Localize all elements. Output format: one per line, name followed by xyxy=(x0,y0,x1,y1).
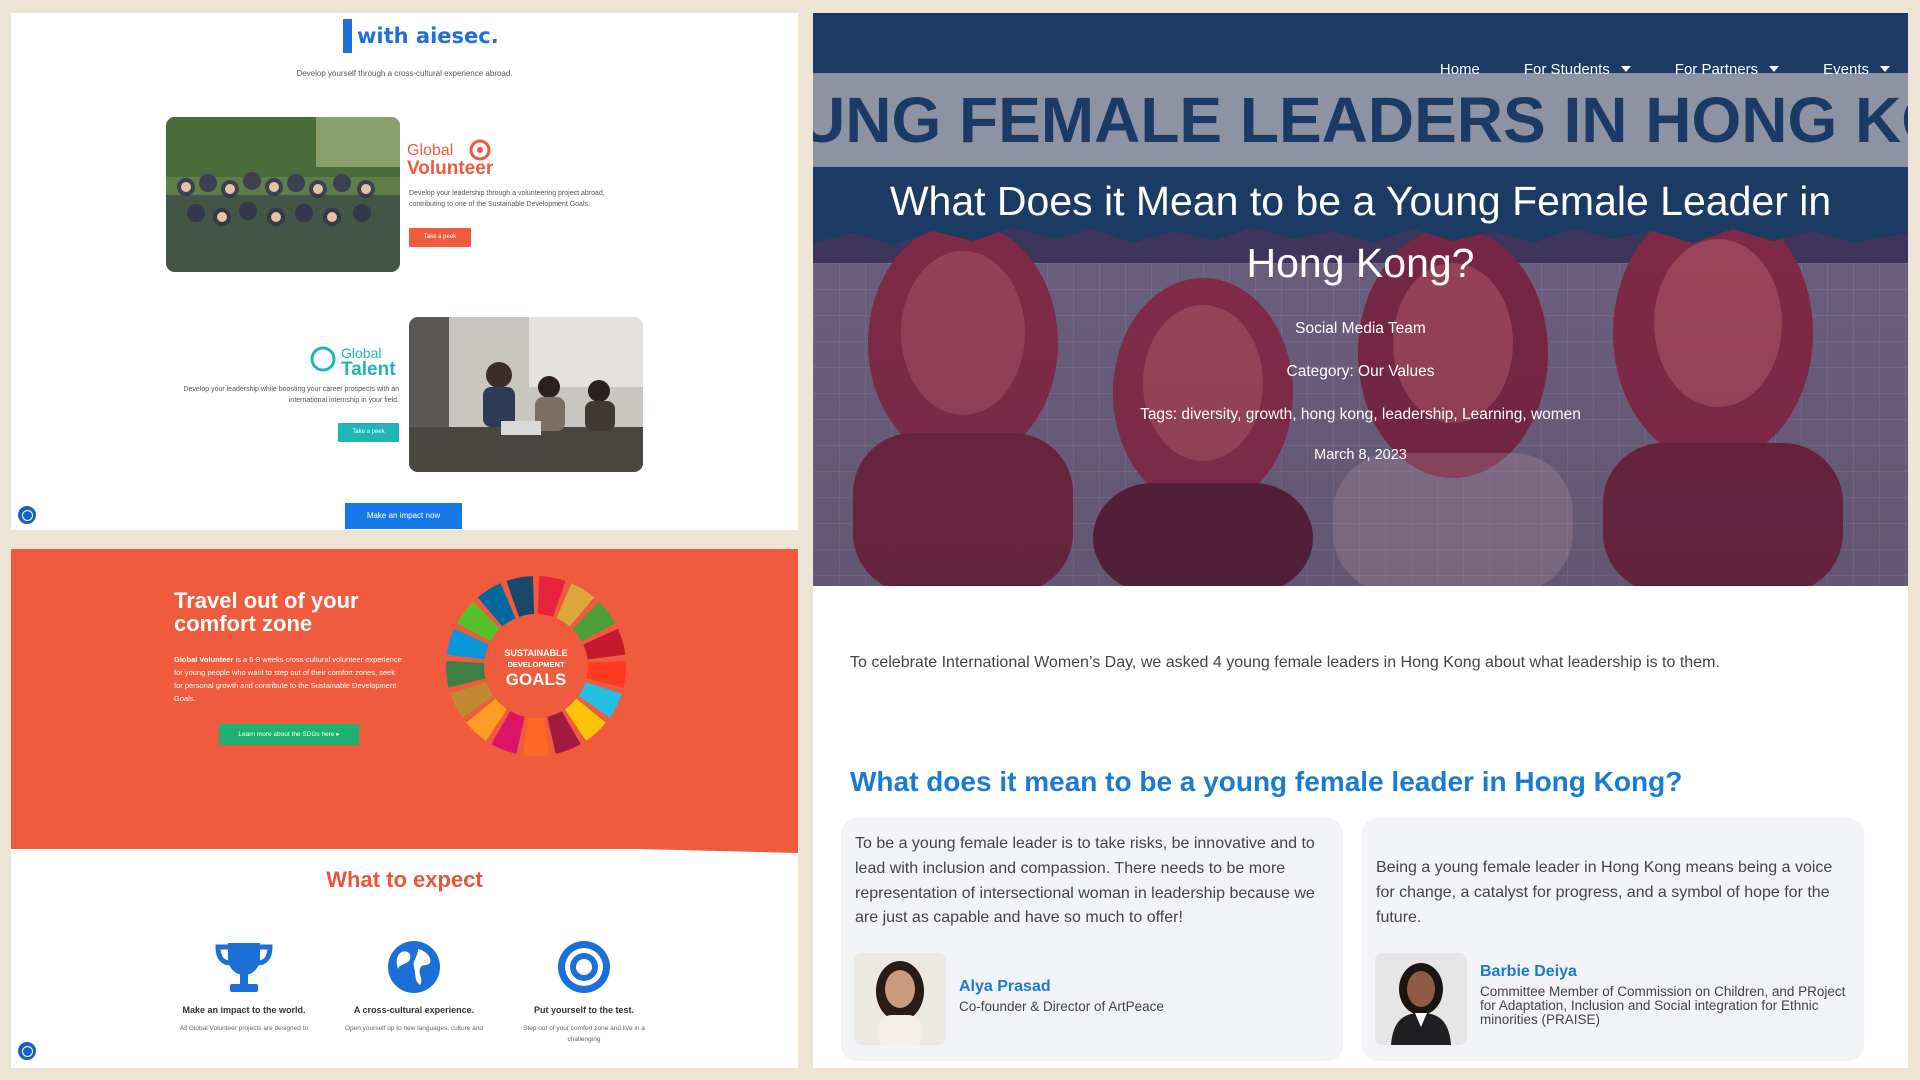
sdg-wheel-icon: SUSTAINABLE DEVELOPMENT GOALS xyxy=(446,576,626,756)
talent-swirl-icon xyxy=(310,346,336,372)
brand-bar xyxy=(343,19,352,53)
article-tags[interactable]: Tags: diversity, growth, hong kong, lead… xyxy=(813,406,1908,424)
learn-sdgs-button[interactable]: Learn more about the SDGs here ▸ xyxy=(219,724,359,745)
talent-take-peek-button[interactable]: Take a peek xyxy=(338,423,399,442)
programs-tagline: Develop yourself through a cross-cultura… xyxy=(296,69,513,78)
article-page: UNG FEMALE LEADERS IN HONG KO Home For S… xyxy=(813,13,1908,1068)
volunteer-description: Develop your leadership through a volunt… xyxy=(409,190,605,208)
sdg-title-line-2: DEVELOPMENT xyxy=(507,660,565,669)
accessibility-icon[interactable] xyxy=(18,1042,36,1060)
target-icon xyxy=(558,941,610,993)
chevron-down-icon xyxy=(1620,66,1631,72)
expect-item-cross-cultural: A cross-cultural experience. Open yourse… xyxy=(344,939,484,1035)
article-author[interactable]: Social Media Team xyxy=(813,320,1908,338)
quote-text: Being a young female leader in Hong Kong… xyxy=(1376,859,1833,926)
travel-title: Travel out of your comfort zone xyxy=(174,588,359,637)
expect-heading: Make an impact to the world. xyxy=(182,1005,306,1015)
accessibility-icon[interactable] xyxy=(18,506,36,524)
nav-events[interactable]: Events xyxy=(1823,57,1890,81)
expect-item-impact: Make an impact to the world. All Global … xyxy=(174,939,314,1035)
sdg-goal-segment xyxy=(446,660,486,688)
person-name: Barbie Deiya xyxy=(1480,963,1577,980)
volunteer-take-peek-button[interactable]: Take a peek xyxy=(409,228,471,247)
expect-text: Open yourself up to new languages, cultu… xyxy=(344,1025,484,1033)
travel-comfort-zone-panel: Travel out of your comfort zone Global V… xyxy=(11,549,798,1068)
orange-hero-section xyxy=(11,549,798,849)
nav-for-students[interactable]: For Students xyxy=(1524,57,1631,81)
travel-description: Global Volunteer is a 6-8 weeks cross-cu… xyxy=(174,655,402,704)
sdg-goal-segment xyxy=(586,660,626,688)
expect-text: Step out of your comfort zone and live i… xyxy=(523,1025,645,1043)
volunteer-group-photo xyxy=(166,117,400,272)
sdg-title-line-1: SUSTAINABLE xyxy=(504,648,567,658)
globe-icon xyxy=(388,941,440,993)
diagonal-divider xyxy=(11,829,798,853)
expect-item-test: Put yourself to the test. Step out of yo… xyxy=(514,939,654,1045)
global-programs-panel: with aiesec. Develop yourself through a … xyxy=(11,13,798,530)
trophy-icon xyxy=(215,943,273,992)
person-role: Co-founder & Director of ArtPeace xyxy=(959,999,1164,1014)
person-name: Alya Prasad xyxy=(959,978,1051,995)
talent-classroom-photo xyxy=(409,317,643,472)
aiesec-brand: with aiesec. xyxy=(343,18,499,54)
article-category[interactable]: Category: Our Values xyxy=(813,363,1908,381)
question-heading: What does it mean to be a young female l… xyxy=(850,766,1683,797)
nav-for-partners[interactable]: For Partners xyxy=(1675,57,1780,81)
expect-heading: Put yourself to the test. xyxy=(533,1005,634,1015)
sdg-goal-segment xyxy=(522,717,550,756)
what-to-expect-title: What to expect xyxy=(326,867,483,892)
article-intro: To celebrate International Women’s Day, … xyxy=(850,654,1720,671)
quote-card-alya: To be a young female leader is to take r… xyxy=(841,818,1343,1061)
article-date: March 8, 2023 xyxy=(1314,447,1407,463)
banner-text: UNG FEMALE LEADERS IN HONG KO xyxy=(813,84,1908,156)
article-hero: UNG FEMALE LEADERS IN HONG KO Home For S… xyxy=(813,13,1908,586)
sdg-title-line-3: GOALS xyxy=(506,670,566,689)
chevron-down-icon xyxy=(1769,66,1780,72)
hero-banner: UNG FEMALE LEADERS IN HONG KO xyxy=(813,73,1908,167)
quote-text: To be a young female leader is to take r… xyxy=(855,835,1315,927)
main-navigation: Home For Students For Partners Events xyxy=(1440,57,1908,81)
brand-text: with aiesec. xyxy=(357,24,499,48)
talent-description: Develop your leadership while boosting y… xyxy=(183,386,399,404)
expect-text: All Global Volunteer projects are design… xyxy=(179,1025,309,1033)
avatar xyxy=(1375,953,1467,1045)
chevron-down-icon xyxy=(1880,66,1890,72)
expect-heading: A cross-cultural experience. xyxy=(353,1005,475,1015)
volunteer-swirl-icon xyxy=(469,139,491,161)
quote-card-barbie: Being a young female leader in Hong Kong… xyxy=(1362,818,1864,1061)
global-talent-logo: Global Talent xyxy=(341,345,396,380)
make-impact-button[interactable]: Make an impact now xyxy=(345,503,462,529)
nav-home[interactable]: Home xyxy=(1440,57,1480,81)
article-title: What Does it Mean to be a Young Female L… xyxy=(889,178,1832,286)
person-role: Committee Member of Commission on Childr… xyxy=(1480,984,1846,1028)
avatar xyxy=(854,953,946,1045)
